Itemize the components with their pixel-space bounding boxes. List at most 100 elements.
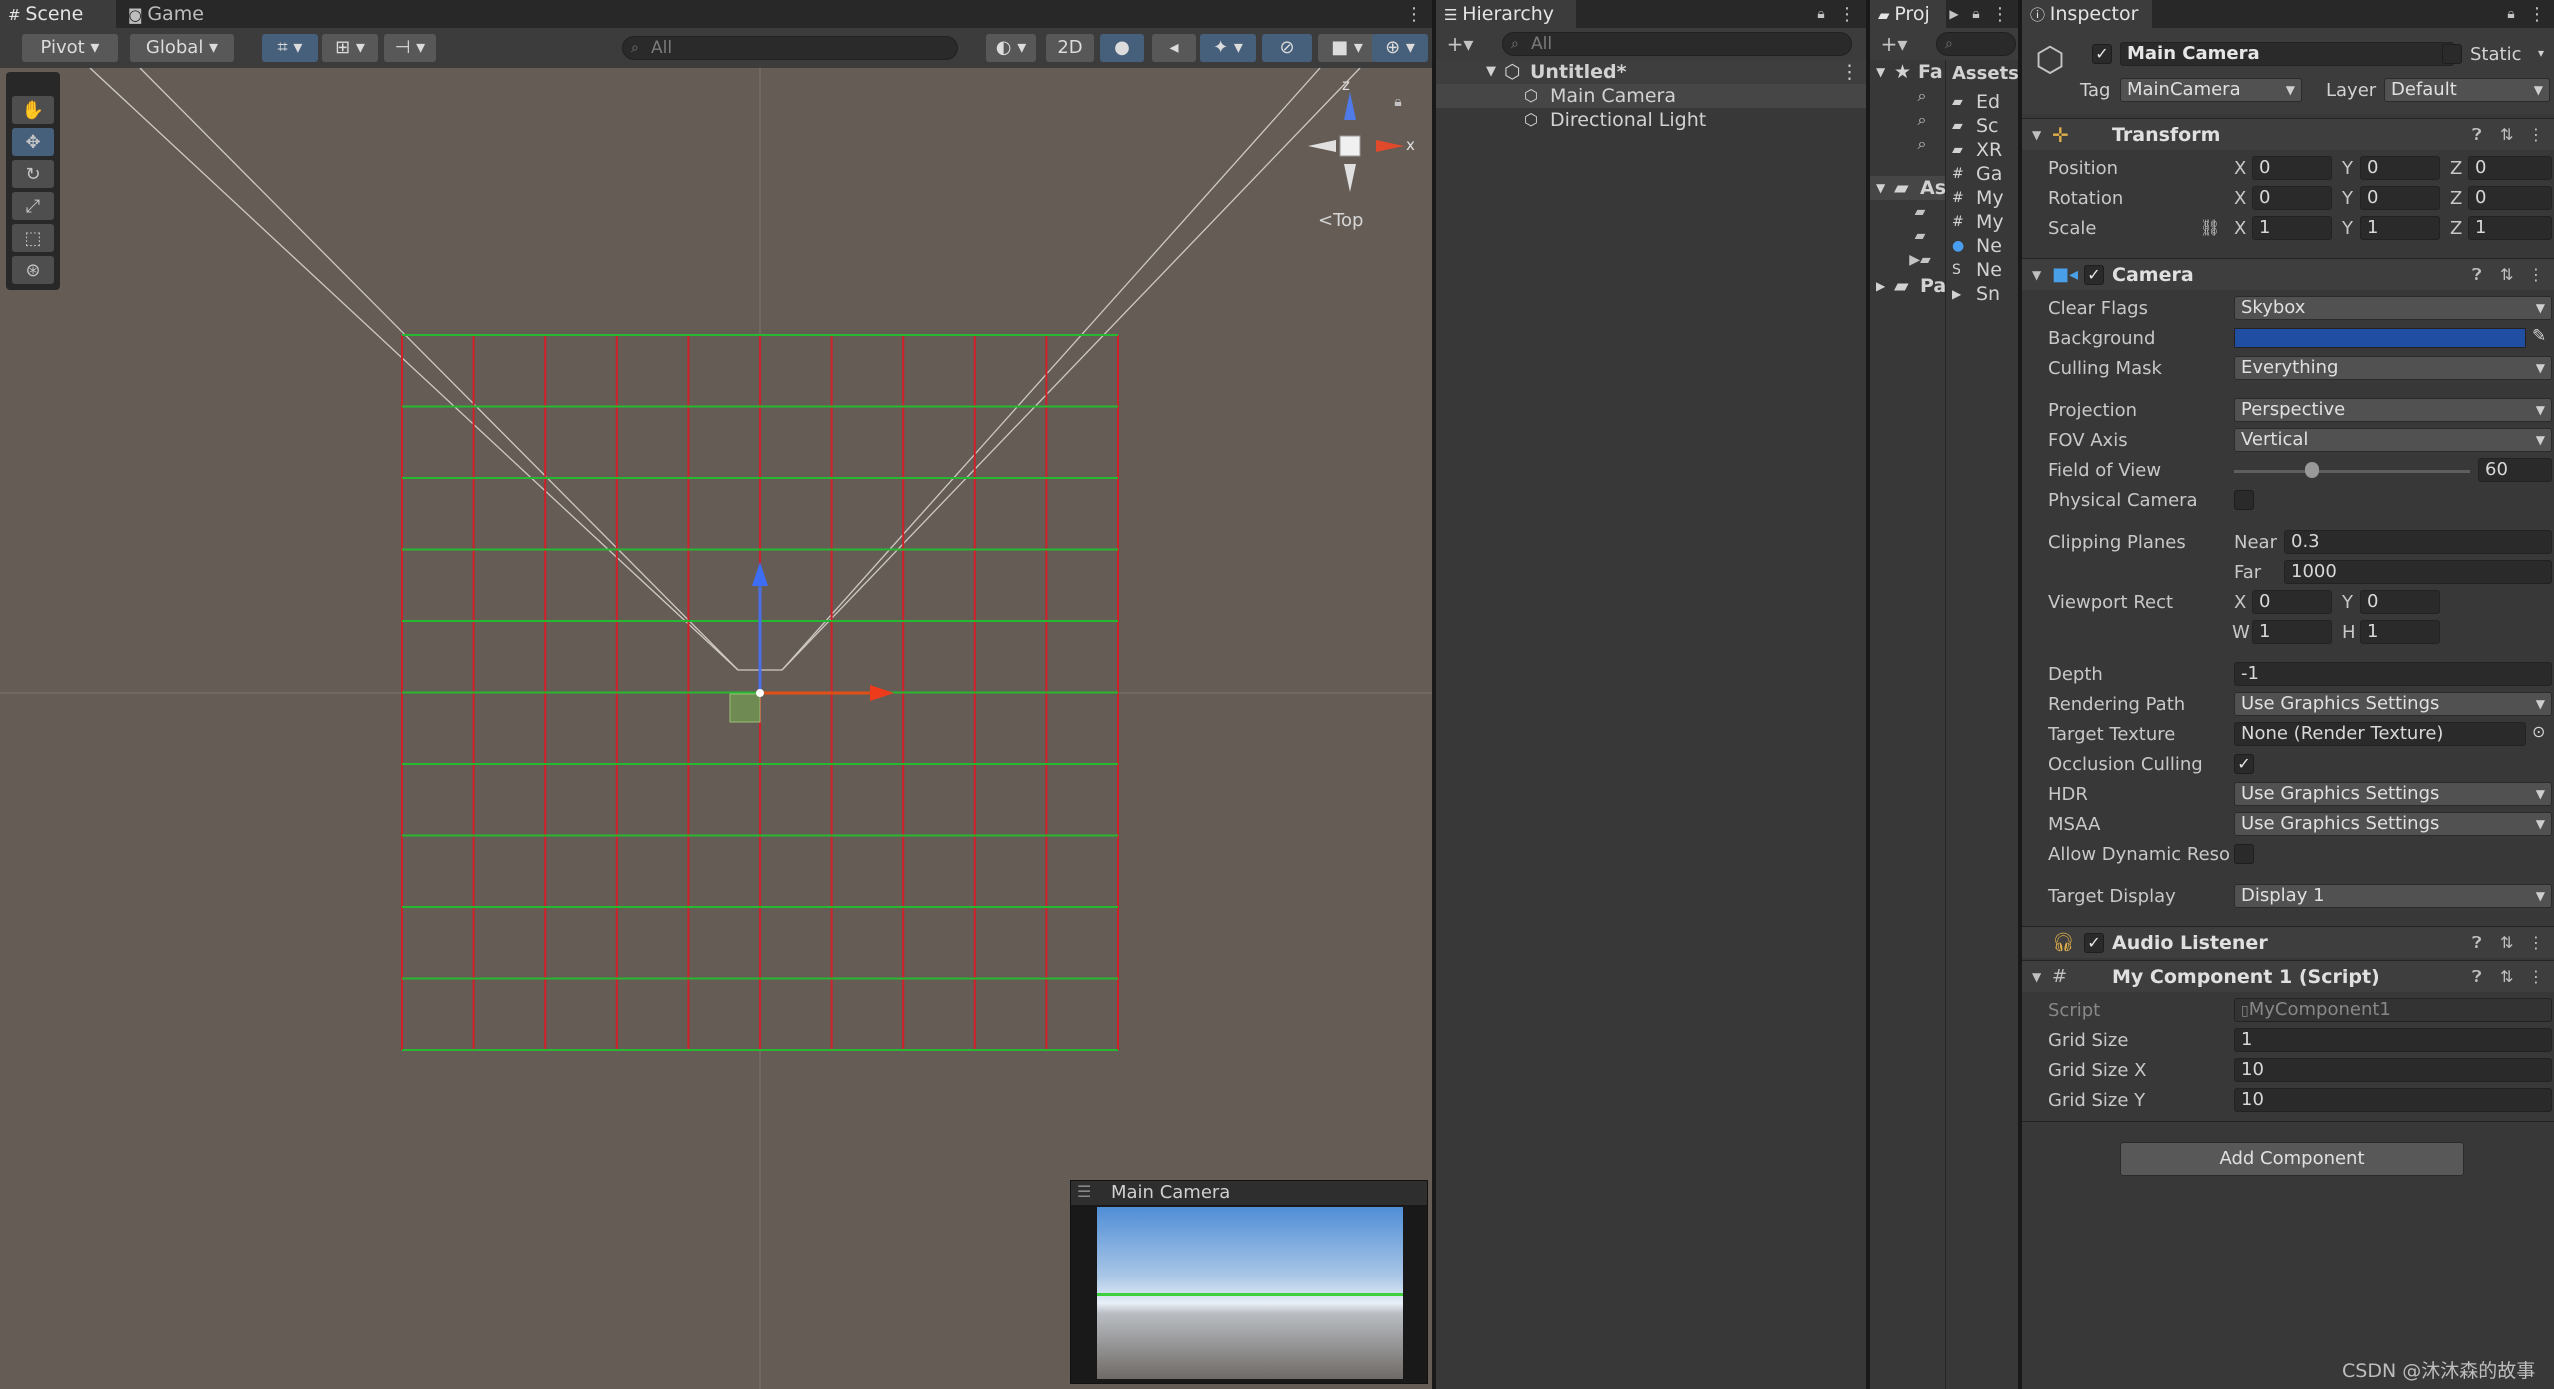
preset-icon[interactable]: ⇅ xyxy=(2500,119,2513,151)
increment-snap-button[interactable]: ⊣ ▾ xyxy=(384,34,436,62)
grid-size-y-field[interactable]: 10 xyxy=(2234,1088,2552,1112)
expand-arrow-icon[interactable]: ▼ xyxy=(1486,60,1496,84)
hdr-dropdown[interactable]: Use Graphics Settings ▼ xyxy=(2234,782,2552,806)
clear-flags-dropdown[interactable]: Skybox ▼ xyxy=(2234,296,2552,320)
viewport-w-field[interactable]: 1 xyxy=(2252,620,2332,644)
camera-header[interactable]: ▼ ■◂ ✓ Camera ❓︎ ⇅ ⋮ xyxy=(2022,258,2554,290)
help-icon[interactable]: ❓︎ xyxy=(2472,259,2482,291)
asset-item[interactable]: S Ne xyxy=(1948,258,2018,282)
culling-mask-dropdown[interactable]: Everything ▼ xyxy=(2234,356,2552,380)
search-icon[interactable]: ⌕ xyxy=(1912,110,1932,130)
transform-header[interactable]: ▼ ✛ Transform ❓︎ ⇅ ⋮ xyxy=(2022,118,2554,150)
asset-item[interactable]: # My xyxy=(1948,210,2018,234)
mode-2d-button[interactable]: 2D xyxy=(1046,34,1094,62)
kebab-menu-icon[interactable]: ⋮ xyxy=(2528,961,2544,993)
gizmo-view-label[interactable]: <Top xyxy=(1318,210,1363,231)
viewport-x-field[interactable]: 0 xyxy=(2252,590,2332,614)
hierarchy-search-input[interactable]: ⌕ All xyxy=(1502,32,1852,56)
tree-item-favorites[interactable]: ▼ ★ Fa xyxy=(1870,60,1945,84)
preset-icon[interactable]: ⇅ xyxy=(2500,927,2513,959)
hierarchy-item-directional-light[interactable]: ⬡ Directional Light xyxy=(1436,108,1866,132)
folder-icon[interactable]: ▰ xyxy=(1910,226,1930,246)
kebab-menu-icon[interactable]: ⋮ xyxy=(1402,0,1426,28)
tag-dropdown[interactable]: MainCamera ▼ xyxy=(2120,78,2302,102)
kebab-menu-icon[interactable]: ⋮ xyxy=(2528,259,2544,291)
add-dropdown-icon[interactable]: +▾ xyxy=(1442,32,1478,56)
pivot-dropdown[interactable]: Pivot ▾ xyxy=(22,34,118,62)
background-color-swatch[interactable] xyxy=(2234,328,2526,348)
projection-dropdown[interactable]: Perspective ▼ xyxy=(2234,398,2552,422)
hierarchy-item-main-camera[interactable]: ⬡ Main Camera xyxy=(1436,84,1866,108)
help-icon[interactable]: ❓︎ xyxy=(2472,961,2482,993)
position-z-field[interactable]: 0 xyxy=(2468,156,2552,180)
chevron-right-icon[interactable]: ▶ xyxy=(1946,0,1962,28)
tab-project[interactable]: ▰ Proj xyxy=(1870,0,1946,28)
search-icon[interactable]: ⌕ xyxy=(1912,86,1932,106)
fov-slider-thumb[interactable] xyxy=(2304,462,2319,478)
add-dropdown-icon[interactable]: +▾ xyxy=(1876,32,1912,56)
static-checkbox[interactable] xyxy=(2442,44,2462,64)
effects-dropdown[interactable]: ✦ ▾ xyxy=(1200,34,1256,62)
tab-hierarchy[interactable]: ☰ Hierarchy xyxy=(1436,0,1576,28)
hidden-objects-toggle[interactable]: ⊘ xyxy=(1262,34,1312,62)
object-name-field[interactable]: Main Camera xyxy=(2120,42,2454,66)
draw-mode-dropdown[interactable]: ◐ ▾ xyxy=(986,34,1036,62)
scene-root-item[interactable]: ▼ ⬡ Untitled* ⋮ xyxy=(1436,60,1866,84)
kebab-menu-icon[interactable]: ⋮ xyxy=(2526,0,2548,28)
tab-scene[interactable]: # Scene xyxy=(0,0,116,28)
asset-item[interactable]: # My xyxy=(1948,186,2018,210)
chevron-down-icon[interactable]: ▾ xyxy=(2538,46,2544,60)
kebab-menu-icon[interactable]: ⋮ xyxy=(1840,60,1859,84)
scale-y-field[interactable]: 1 xyxy=(2360,216,2440,240)
folder-icon[interactable]: ▶▰ xyxy=(1909,250,1931,270)
gizmos-dropdown[interactable]: ⊕ ▾ xyxy=(1372,34,1428,62)
help-icon[interactable]: ❓︎ xyxy=(2472,927,2482,959)
far-field[interactable]: 1000 xyxy=(2284,560,2552,584)
link-icon[interactable]: ⛓︎ xyxy=(2200,218,2220,237)
active-checkbox[interactable]: ✓ xyxy=(2092,44,2112,64)
tab-game[interactable]: ◙ Game xyxy=(120,0,220,28)
audio-listener-checkbox[interactable]: ✓ xyxy=(2084,933,2104,953)
target-display-dropdown[interactable]: Display 1 ▼ xyxy=(2234,884,2552,908)
fov-axis-dropdown[interactable]: Vertical ▼ xyxy=(2234,428,2552,452)
tree-item-assets[interactable]: ▼ ▰ As xyxy=(1870,176,1946,200)
project-search-input[interactable]: ⌕ xyxy=(1936,32,2016,56)
position-x-field[interactable]: 0 xyxy=(2252,156,2332,180)
physical-camera-checkbox[interactable] xyxy=(2234,490,2254,510)
preset-icon[interactable]: ⇅ xyxy=(2500,259,2513,291)
asset-item[interactable]: ▰ Sc xyxy=(1948,114,2018,138)
help-icon[interactable]: ❓︎ xyxy=(2472,119,2482,151)
grid-size-x-field[interactable]: 10 xyxy=(2234,1058,2552,1082)
expand-arrow-icon[interactable]: ▼ xyxy=(1876,176,1885,200)
folder-icon[interactable]: ▰ xyxy=(1910,202,1930,222)
global-dropdown[interactable]: Global ▾ xyxy=(130,34,234,62)
dynamic-resolution-checkbox[interactable] xyxy=(2234,844,2254,864)
asset-item[interactable]: ▰ XR xyxy=(1948,138,2018,162)
kebab-menu-icon[interactable]: ⋮ xyxy=(1990,0,2010,28)
grid-visibility-button[interactable]: ⊞ ▾ xyxy=(322,34,378,62)
foldout-arrow-icon[interactable]: ▼ xyxy=(2032,259,2041,291)
expand-arrow-icon[interactable]: ▼ xyxy=(1876,60,1885,84)
scale-x-field[interactable]: 1 xyxy=(2252,216,2332,240)
rotation-z-field[interactable]: 0 xyxy=(2468,186,2552,210)
asset-item[interactable]: # Ga xyxy=(1948,162,2018,186)
tab-inspector[interactable]: ⓘ Inspector xyxy=(2022,0,2152,28)
camera-dropdown[interactable]: ■ ▾ xyxy=(1318,34,1376,62)
expand-arrow-icon[interactable]: ▶ xyxy=(1876,274,1885,298)
asset-item[interactable]: ● Ne xyxy=(1948,234,2018,258)
rotation-x-field[interactable]: 0 xyxy=(2252,186,2332,210)
asset-item[interactable]: ▶ Sn xyxy=(1948,282,2018,306)
object-picker-icon[interactable]: ⊙ xyxy=(2532,722,2545,741)
foldout-arrow-icon[interactable]: ▼ xyxy=(2032,119,2041,151)
fov-slider-track[interactable] xyxy=(2234,470,2470,473)
move-gizmo[interactable] xyxy=(752,562,894,701)
camera-enabled-checkbox[interactable]: ✓ xyxy=(2084,265,2104,285)
kebab-menu-icon[interactable]: ⋮ xyxy=(2528,119,2544,151)
add-component-button[interactable]: Add Component xyxy=(2120,1142,2464,1176)
fov-field[interactable]: 60 xyxy=(2478,458,2552,482)
viewport-h-field[interactable]: 1 xyxy=(2360,620,2440,644)
target-texture-field[interactable]: None (Render Texture) xyxy=(2234,722,2526,746)
foldout-arrow-icon[interactable]: ▼ xyxy=(2032,961,2041,993)
lock-icon[interactable]: 🔒︎ xyxy=(2500,0,2522,28)
occlusion-culling-checkbox[interactable]: ✓ xyxy=(2234,754,2254,774)
